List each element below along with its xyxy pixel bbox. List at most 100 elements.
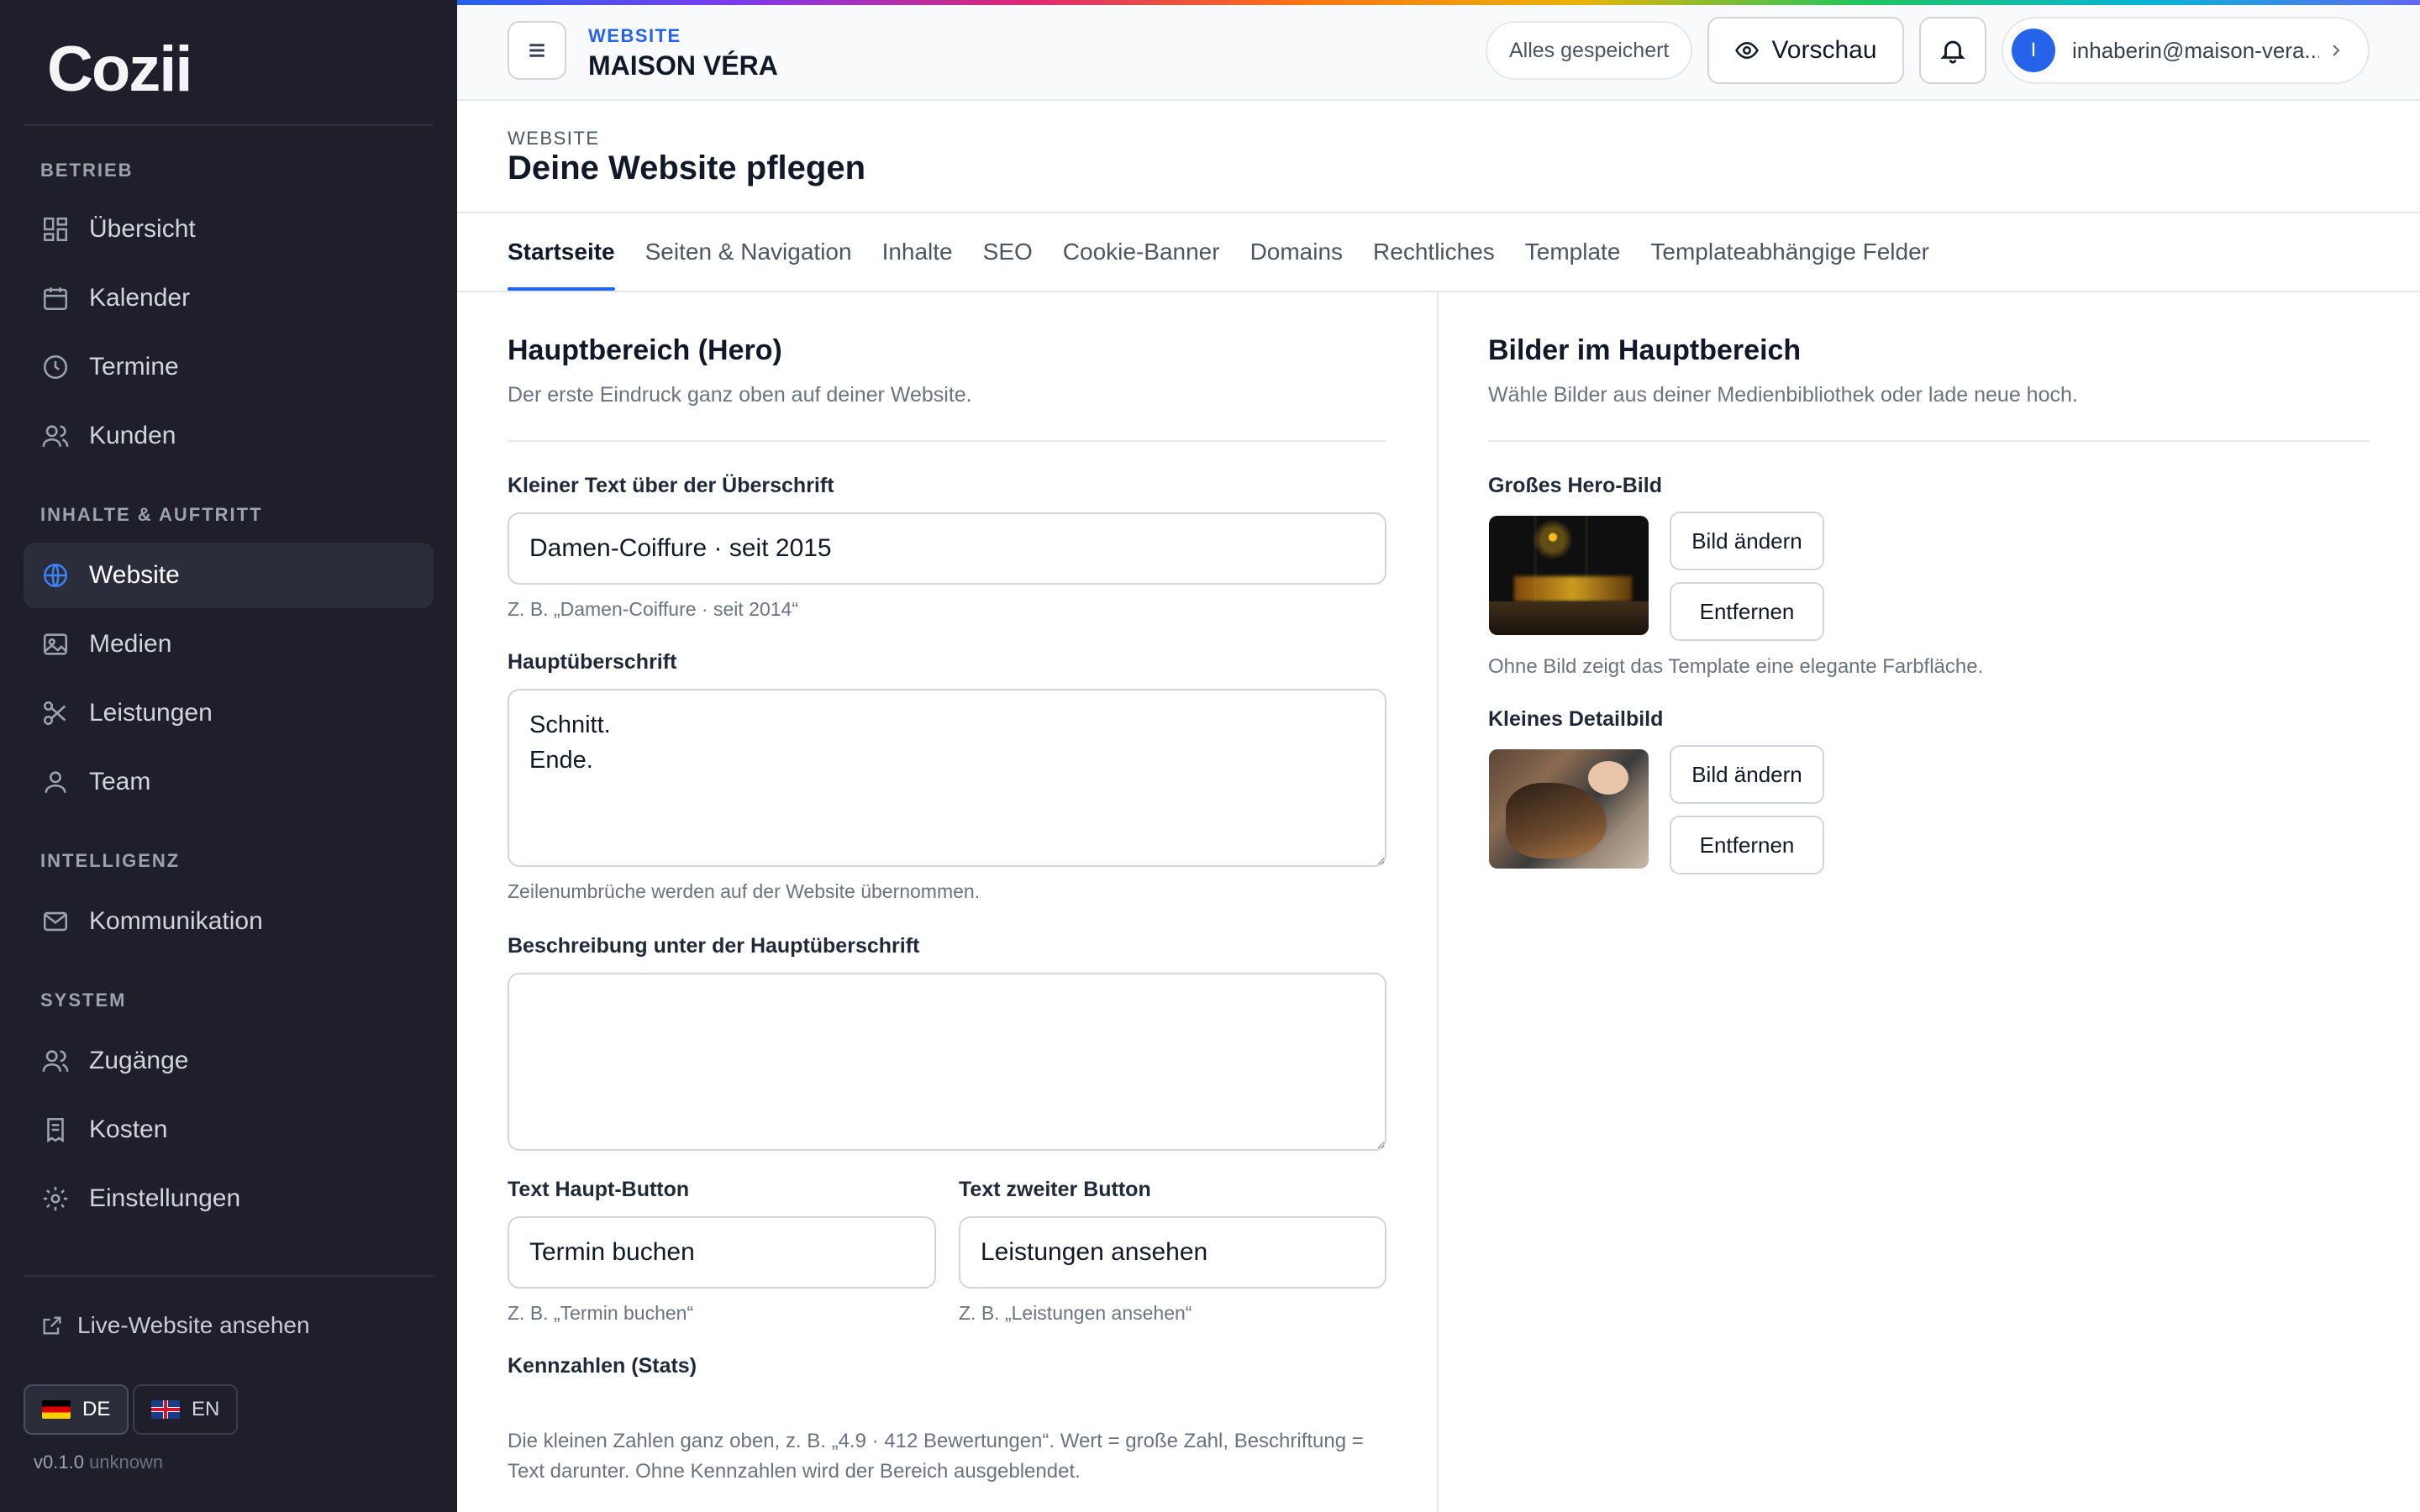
eye-icon [1735,41,1760,60]
kicker-input[interactable] [508,512,1386,585]
sidebar-item-kunden[interactable]: Kunden [24,403,434,469]
live-website-link[interactable]: Live-Website ansehen [40,1312,310,1339]
sidebar-divider [24,124,434,126]
sidebar-item-label: Kunden [89,422,176,449]
sidebar-item-label: Kommunikation [89,907,263,935]
sidebar-item-label: Übersicht [89,215,196,243]
site-kicker: WEBSITE [588,25,681,46]
gear-icon [40,1184,71,1214]
sidebar-item-team[interactable]: Team [24,749,434,815]
heading-textarea[interactable]: Schnitt. Ende. [508,689,1386,867]
receipt-icon [40,1115,71,1145]
accent-bar [457,0,2420,5]
page-title: Deine Website pflegen [508,150,866,186]
sidebar-item-label: Medien [89,630,172,658]
bell-icon [1940,40,1965,64]
sidebar-item-medien[interactable]: Medien [24,612,434,677]
clock-icon [40,352,71,382]
sidebar-item-label: Kosten [89,1116,168,1143]
tab-seo[interactable]: SEO [983,213,1033,291]
sidebar-item-uebersicht[interactable]: Übersicht [24,197,434,262]
language-de-button[interactable]: DE [24,1384,129,1435]
secondary-button-text-input[interactable] [959,1216,1386,1289]
stats-field-label: Kennzahlen (Stats) [508,1354,697,1378]
users-icon [40,1046,71,1076]
tab-templateabhaengige-felder[interactable]: Templateabhängige Felder [1650,213,1929,291]
section-divider [508,440,1386,442]
globe-icon [40,560,71,591]
sidebar-section-inhalte: INHALTE & AUFTRITT [40,504,263,525]
sidebar-item-einstellungen[interactable]: Einstellungen [24,1166,434,1231]
sidebar-section-intelligenz: INTELLIGENZ [40,850,181,871]
tab-startseite[interactable]: Startseite [508,213,615,291]
hero-image-thumbnail[interactable] [1489,516,1649,635]
hero-section-title: Hauptbereich (Hero) [508,334,782,366]
language-code: EN [192,1398,220,1420]
language-code: DE [82,1398,111,1420]
heading-hint: Zeilenumbrüche werden auf der Website üb… [508,880,981,902]
sidebar-item-label: Team [89,768,151,795]
kicker-field-label: Kleiner Text über der Überschrift [508,474,834,497]
sidebar-item-label: Kalender [89,284,191,312]
detail-image-label: Kleines Detailbild [1488,707,1664,731]
site-name: MAISON VÉRA [588,50,778,81]
image-icon [40,629,71,659]
hero-image-change-button[interactable]: Bild ändern [1670,512,1824,570]
preview-button[interactable]: Vorschau [1707,17,1904,84]
external-link-icon [43,1316,61,1335]
hero-image-hint: Ohne Bild zeigt das Template eine elegan… [1488,655,1984,678]
sidebar-item-termine[interactable]: Termine [24,334,434,400]
tab-seiten-navigation[interactable]: Seiten & Navigation [645,213,852,291]
description-field-label: Beschreibung unter der Hauptüberschrift [508,934,920,958]
hero-image-remove-button[interactable]: Entfernen [1670,582,1824,641]
flag-de-icon [42,1400,71,1419]
primary-button-text-input[interactable] [508,1216,936,1289]
column-divider [1437,292,1439,1512]
sidebar: Cozii BETRIEB Übersicht Kalender Termine… [0,0,457,1512]
page-kicker: WEBSITE [508,128,600,149]
sidebar-item-kosten[interactable]: Kosten [24,1097,434,1163]
preview-label: Vorschau [1771,36,1877,64]
mail-icon [40,906,71,937]
language-en-button[interactable]: EN [133,1384,239,1435]
flag-gb-icon [151,1400,180,1419]
notifications-button[interactable] [1919,17,1986,84]
sidebar-item-zugaenge[interactable]: Zugänge [24,1028,434,1094]
description-textarea[interactable] [508,973,1386,1151]
sidebar-divider [24,1275,434,1277]
tab-inhalte[interactable]: Inhalte [882,213,953,291]
primary-button-hint: Z. B. „Termin buchen“ [508,1302,694,1324]
version-info: v0.1.0 unknown [34,1452,163,1473]
version-number: v0.1.0 [34,1452,84,1473]
sidebar-item-label: Website [89,561,180,589]
tab-domains[interactable]: Domains [1250,213,1343,291]
sidebar-item-label: Termine [89,353,179,381]
sidebar-item-kalender[interactable]: Kalender [24,265,434,331]
tab-cookie-banner[interactable]: Cookie-Banner [1063,213,1220,291]
sidebar-section-betrieb: BETRIEB [40,160,134,181]
detail-image-remove-button[interactable]: Entfernen [1670,816,1824,874]
tabs-divider [457,291,2420,292]
logo[interactable]: Cozii [47,34,193,105]
menu-button[interactable] [508,21,566,80]
secondary-button-field-label: Text zweiter Button [959,1178,1151,1201]
live-website-label: Live-Website ansehen [77,1312,310,1338]
sidebar-item-label: Einstellungen [89,1184,241,1212]
logo-text: Cozii [47,33,193,105]
secondary-button-hint: Z. B. „Leistungen ansehen“ [959,1302,1192,1324]
user-icon [40,767,71,797]
sidebar-item-label: Zugänge [89,1047,189,1074]
user-menu-button[interactable]: I inhaberin@maison-vera.... [2002,17,2370,84]
sidebar-item-website[interactable]: Website [24,543,434,608]
hamburger-icon [529,44,544,57]
hero-image-label: Großes Hero-Bild [1488,474,1662,497]
tab-template[interactable]: Template [1525,213,1621,291]
detail-image-thumbnail[interactable] [1489,749,1649,869]
detail-image-change-button[interactable]: Bild ändern [1670,745,1824,804]
sidebar-item-kommunikation[interactable]: Kommunikation [24,889,434,954]
sidebar-item-label: Leistungen [89,699,213,727]
sidebar-item-leistungen[interactable]: Leistungen [24,680,434,746]
users-icon [40,421,71,451]
tab-rechtliches[interactable]: Rechtliches [1373,213,1495,291]
avatar: I [2012,29,2055,72]
